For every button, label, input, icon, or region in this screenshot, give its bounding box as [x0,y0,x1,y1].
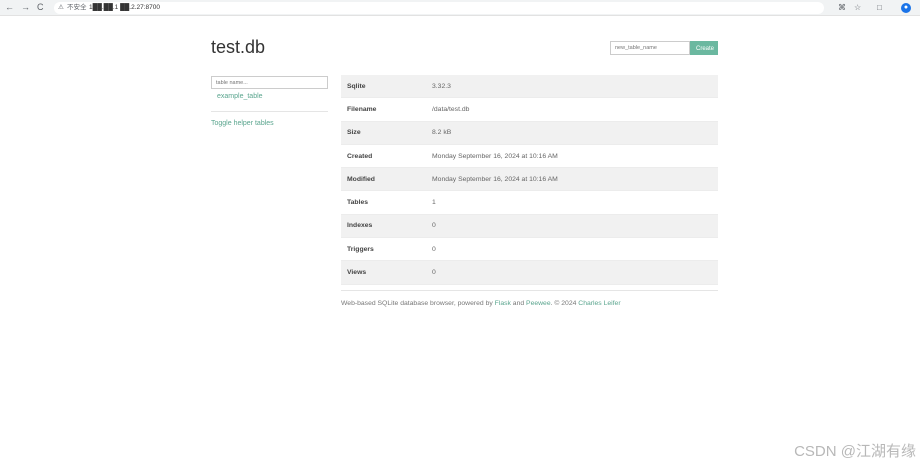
row-label: Created [341,144,432,169]
sidebar-table-link[interactable]: example_table [217,93,263,100]
row-label: Indexes [341,214,432,239]
reload-icon[interactable]: C [37,2,44,13]
row-label: Views [341,260,432,285]
table-row: Filename /data/test.db [341,97,718,122]
footer-text: and [510,300,527,307]
toggle-helper-tables-link[interactable]: Toggle helper tables [211,120,274,127]
row-value: 0 [432,214,718,239]
table-row: Modified Monday September 16, 2024 at 10… [341,167,718,192]
row-value: 0 [432,260,718,285]
row-label: Filename [341,97,432,122]
row-label: Tables [341,190,432,215]
browser-toolbar: ← → C ⚠ 不安全 1██.██.1 ██.2.27:8700 ⌘ ☆ □ … [0,0,920,16]
table-row: Triggers 0 [341,237,718,262]
forward-icon[interactable]: → [21,2,30,13]
row-label: Size [341,121,432,145]
new-table-name-input[interactable] [610,41,690,55]
flask-link[interactable]: Flask [495,300,511,307]
extensions-icon[interactable]: □ [877,2,882,13]
table-row: Views 0 [341,260,718,285]
row-value: 1 [432,190,718,215]
profile-icon[interactable]: ● [901,3,911,13]
row-value: 8.2 kB [432,121,718,145]
warning-icon: ⚠ [58,4,64,11]
sidebar-divider [211,111,328,112]
address-bar[interactable]: ⚠ 不安全 1██.██.1 ██.2.27:8700 [54,2,824,14]
page-title: test.db [211,37,266,57]
back-icon[interactable]: ← [5,2,14,13]
star-icon[interactable]: ☆ [854,2,861,13]
author-link[interactable]: Charles Leifer [578,300,620,307]
row-label: Sqlite [341,75,432,99]
table-row: Sqlite 3.32.3 [341,75,718,99]
table-row: Size 8.2 kB [341,121,718,145]
row-value: 0 [432,237,718,262]
row-value: Monday September 16, 2024 at 10:16 AM [432,144,718,169]
row-label: Triggers [341,237,432,262]
peewee-link[interactable]: Peewee [526,300,551,307]
row-value: 3.32.3 [432,75,718,99]
table-row: Created Monday September 16, 2024 at 10:… [341,144,718,169]
table-row: Indexes 0 [341,214,718,239]
row-value: Monday September 16, 2024 at 10:16 AM [432,167,718,192]
translate-icon[interactable]: ⌘ [838,2,846,13]
url-text[interactable]: 1██.██.1 ██.2.27:8700 [89,2,160,14]
table-search-input[interactable] [211,76,328,89]
footer: Web-based SQLite database browser, power… [341,300,621,307]
security-label[interactable]: 不安全 [67,2,87,14]
footer-divider [341,290,718,291]
row-label: Modified [341,167,432,192]
row-value: /data/test.db [432,97,718,122]
footer-text: Web-based SQLite database browser, power… [341,300,495,307]
watermark: CSDN @江湖有缘 [794,443,916,460]
create-button[interactable]: Create [690,41,718,55]
footer-text: . © 2024 [550,300,579,307]
table-row: Tables 1 [341,190,718,215]
database-info-table: Sqlite 3.32.3 Filename /data/test.db Siz… [341,75,718,285]
